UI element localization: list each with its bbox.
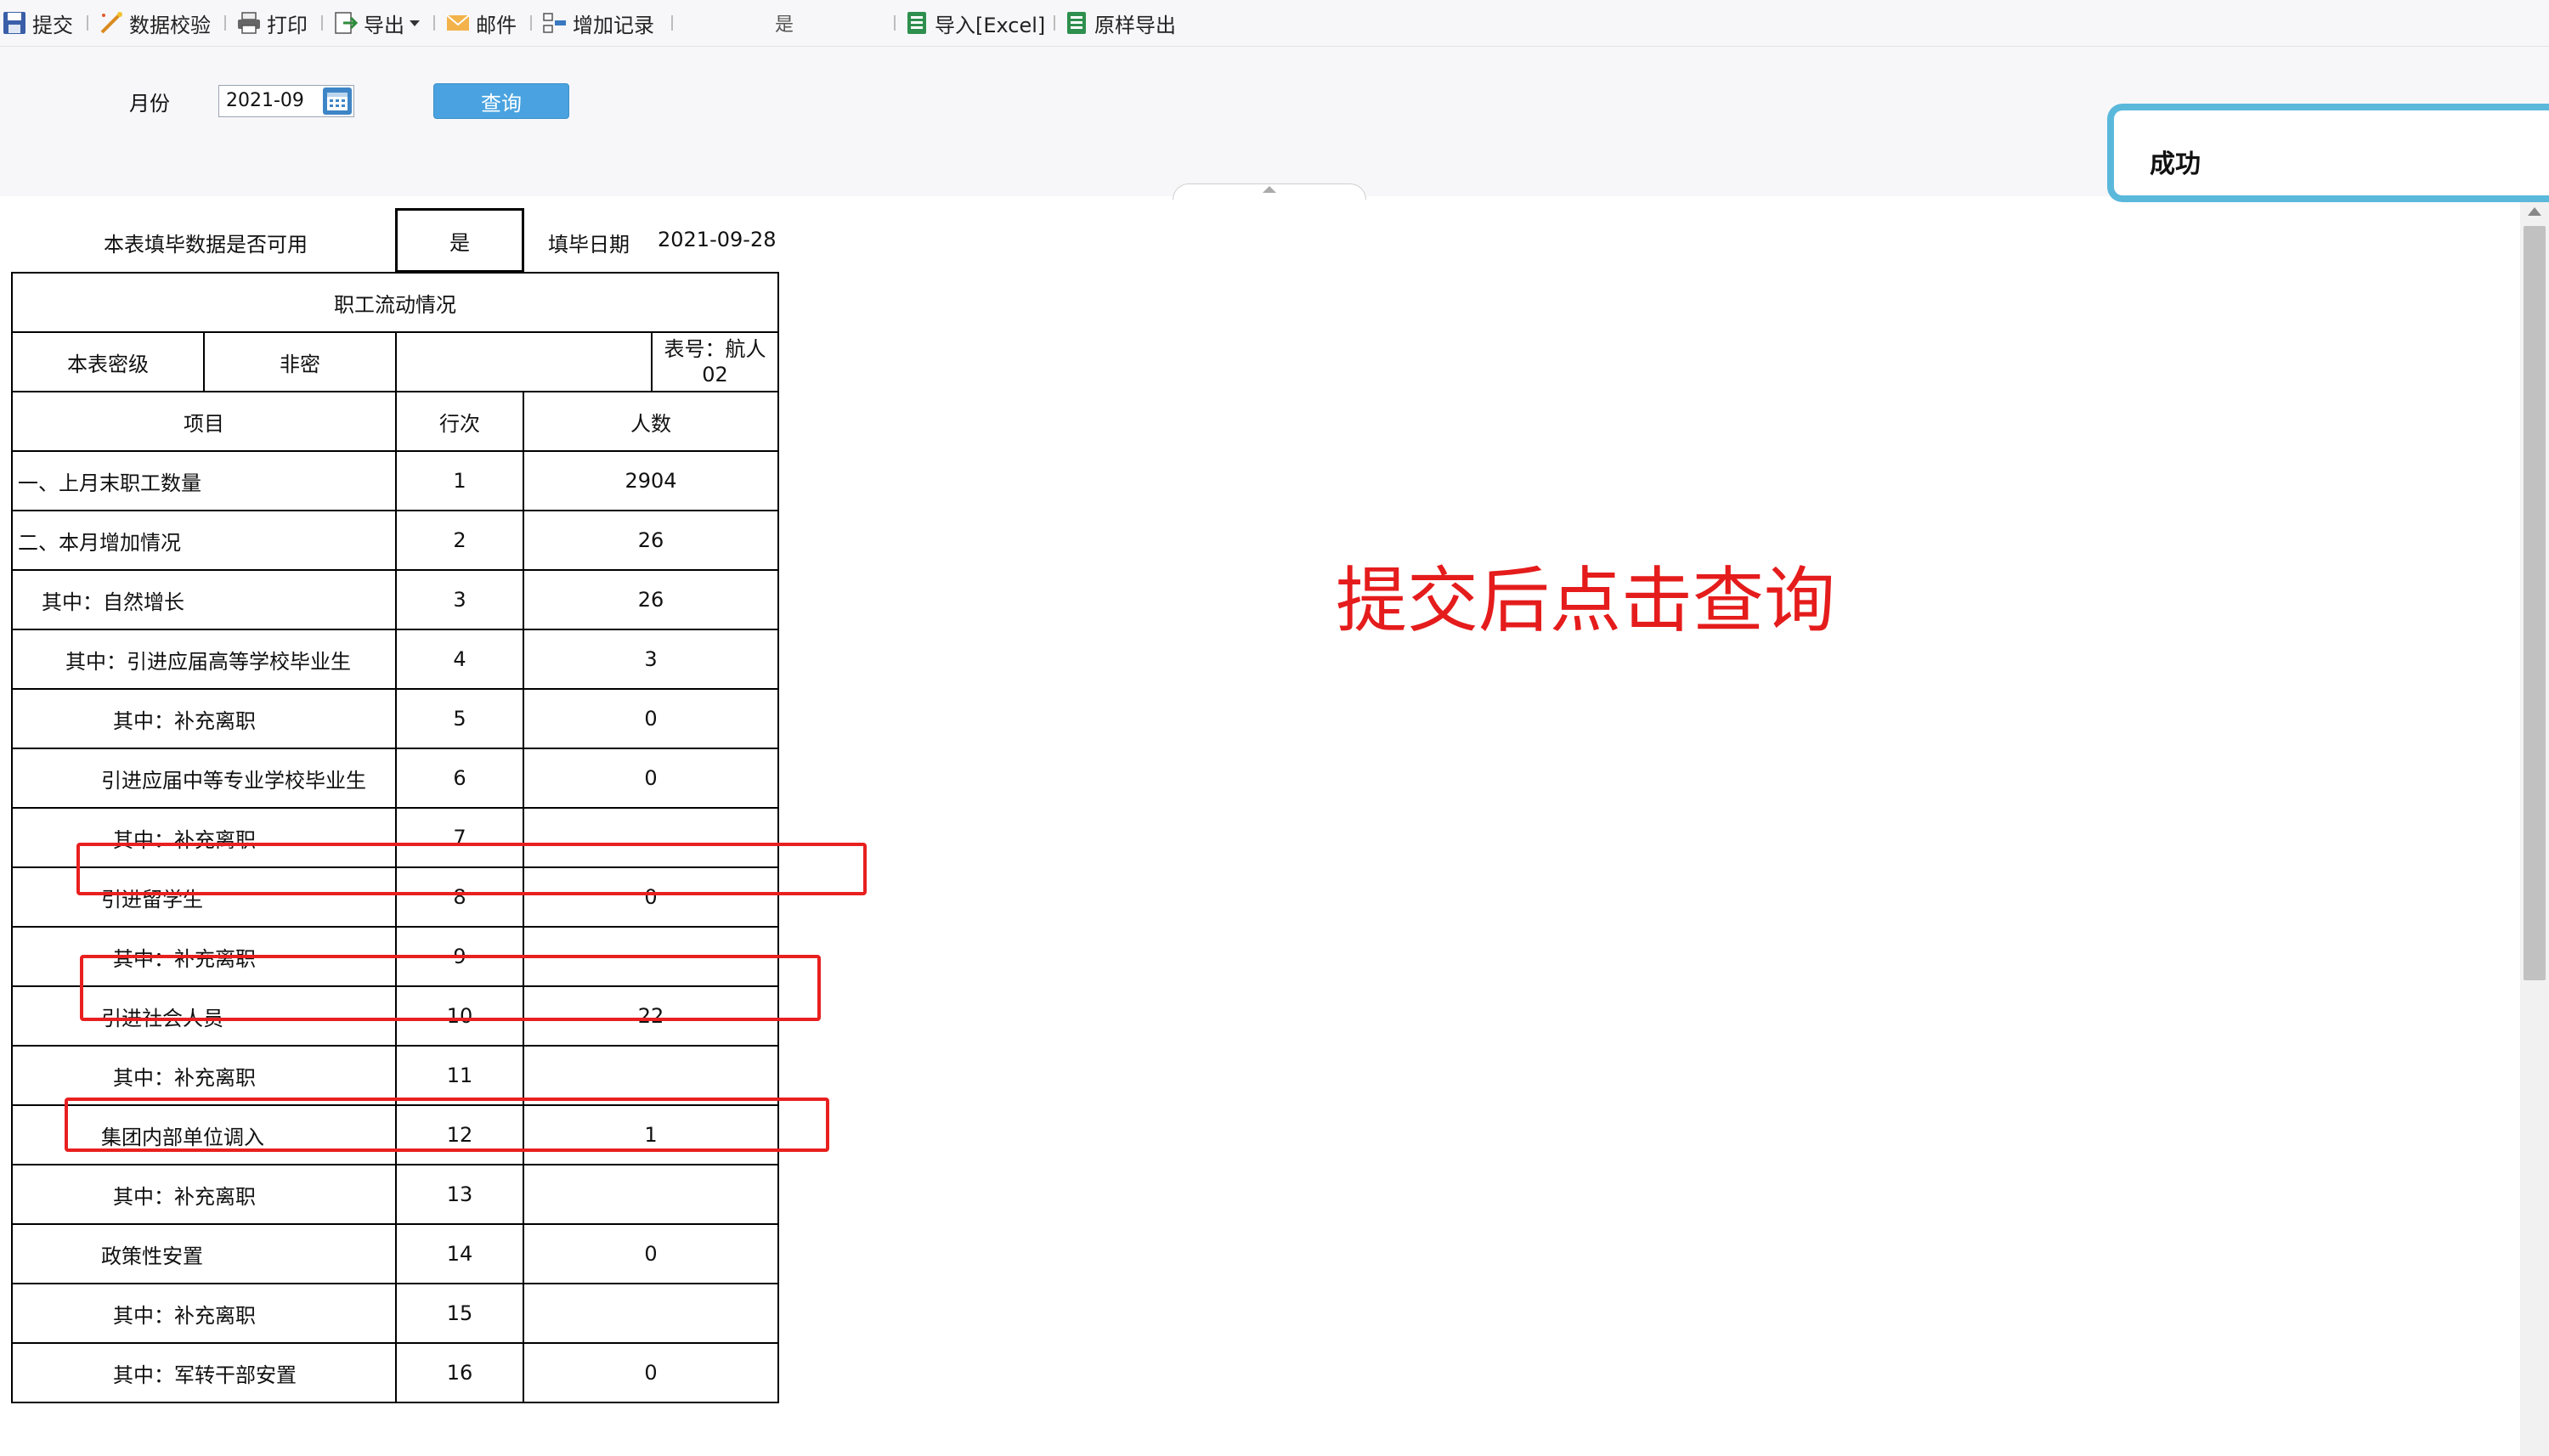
- row-count-cell[interactable]: 0: [523, 748, 779, 809]
- toolbar: 提交 数据校验 打印 导出 邮件 增加记录 是 导入[Excel] 原样导出: [0, 0, 2549, 47]
- query-button[interactable]: 查询: [433, 83, 569, 119]
- scrollbar-thumb[interactable]: [2524, 226, 2546, 980]
- fill-date-label: 填毕日期: [548, 233, 630, 257]
- row-count-cell[interactable]: 26: [523, 569, 779, 630]
- import-excel-button[interactable]: 导入[Excel]: [904, 7, 1045, 39]
- row-number: 1: [395, 450, 524, 511]
- month-label: 月份: [129, 92, 170, 116]
- row-count-cell[interactable]: [523, 1164, 779, 1225]
- success-toast: 成功: [2107, 104, 2549, 202]
- row-number: 14: [395, 1223, 524, 1284]
- save-icon: [2, 10, 27, 36]
- export-icon: [333, 10, 359, 36]
- row-item-label: 一、上月末职工数量: [11, 450, 397, 511]
- toolbar-separator: [1054, 15, 1055, 31]
- table-row: 政策性安置 14 0: [11, 1223, 779, 1284]
- toolbar-separator: [87, 15, 88, 31]
- table-row: 引进应届中等专业学校毕业生 6 0: [11, 748, 779, 809]
- raw-export-button[interactable]: 原样导出: [1064, 7, 1176, 39]
- row-item-label: 其中：补充离职: [11, 1164, 397, 1225]
- row-number: 13: [395, 1164, 524, 1225]
- status-value: 是: [775, 14, 794, 36]
- add-row-icon: [542, 10, 568, 36]
- row-item-label: 其中：引进应届高等学校毕业生: [11, 629, 397, 690]
- export-dropdown[interactable]: 导出: [333, 7, 420, 39]
- excel-icon: [904, 10, 930, 36]
- printer-icon: [236, 10, 262, 36]
- collapse-toggle[interactable]: [1173, 183, 1366, 200]
- toolbar-separator: [321, 15, 323, 31]
- row-item-label: 其中：军转干部安置: [11, 1342, 397, 1403]
- fill-date-value: 2021-09-28: [658, 228, 777, 251]
- validate-button[interactable]: 数据校验: [99, 7, 211, 39]
- security-value: 非密: [203, 331, 397, 392]
- column-header-item: 项目: [11, 391, 397, 452]
- table-row: 其中：补充离职 13: [11, 1164, 779, 1225]
- submit-button[interactable]: 提交: [2, 7, 73, 39]
- row-number: 11: [395, 1045, 524, 1106]
- row-item-label: 其中：补充离职: [11, 1283, 397, 1344]
- row-item-label: 其中：补充离职: [11, 688, 397, 749]
- row-count-cell[interactable]: 0: [523, 688, 779, 749]
- column-header-row: 行次: [395, 391, 524, 452]
- row-item-label: 二、本月增加情况: [11, 510, 397, 571]
- row-item-label: 其中：补充离职: [11, 1045, 397, 1106]
- table-row: 其中：引进应届高等学校毕业生 4 3: [11, 629, 779, 690]
- row-item-label: 引进应届中等专业学校毕业生: [11, 748, 397, 809]
- row-item-label: 政策性安置: [11, 1223, 397, 1284]
- chevron-down-icon: [410, 20, 420, 26]
- row-item-label: 其中：自然增长: [11, 569, 397, 630]
- row-number: 15: [395, 1283, 524, 1344]
- toolbar-separator: [224, 15, 226, 31]
- toolbar-separator: [671, 15, 673, 31]
- row-count-cell[interactable]: 0: [523, 1342, 779, 1403]
- excel-icon: [1064, 10, 1089, 36]
- row-number: 4: [395, 629, 524, 690]
- scroll-up-icon[interactable]: [2528, 207, 2541, 216]
- calendar-icon[interactable]: [323, 87, 352, 115]
- table-row: 一、上月末职工数量 1 2904: [11, 450, 779, 511]
- highlight-box-row-11: [65, 1098, 829, 1152]
- row-number: 3: [395, 569, 524, 630]
- row-count-cell[interactable]: [523, 1283, 779, 1344]
- row-number: 16: [395, 1342, 524, 1403]
- vertical-scrollbar[interactable]: [2520, 202, 2549, 1456]
- available-label: 本表填毕数据是否可用: [104, 233, 308, 257]
- table-row: 其中：补充离职 15: [11, 1283, 779, 1344]
- security-label: 本表密级: [11, 331, 205, 392]
- toolbar-separator: [530, 15, 532, 31]
- wand-icon: [99, 10, 124, 36]
- row-number: 5: [395, 688, 524, 749]
- row-count-cell[interactable]: [523, 1045, 779, 1106]
- table-row: 其中：军转干部安置 16 0: [11, 1342, 779, 1403]
- print-button[interactable]: 打印: [236, 7, 308, 39]
- toolbar-separator: [894, 15, 896, 31]
- annotation-text: 提交后点击查询: [1336, 559, 1836, 642]
- staff-flow-table: 职工流动情况 本表密级 非密 表号：航人02 项目 行次 人数 一、上月末职工数…: [11, 272, 779, 1403]
- mail-icon: [445, 10, 471, 36]
- toolbar-separator: [433, 15, 435, 31]
- table-number: 表号：航人02: [651, 331, 779, 392]
- row-count-cell[interactable]: 2904: [523, 450, 779, 511]
- row-number: 2: [395, 510, 524, 571]
- row-count-cell[interactable]: 26: [523, 510, 779, 571]
- available-value[interactable]: 是: [395, 208, 524, 273]
- chevron-up-icon: [1263, 186, 1276, 193]
- highlight-box-row-7: [76, 843, 867, 895]
- mail-button[interactable]: 邮件: [445, 7, 517, 39]
- highlight-box-row-9: [80, 955, 821, 1021]
- row-number: 6: [395, 748, 524, 809]
- toast-message: 成功: [2150, 150, 2201, 179]
- table-title: 职工流动情况: [11, 272, 779, 333]
- table-row: 二、本月增加情况 2 26: [11, 510, 779, 571]
- table-row: 其中：补充离职 5 0: [11, 688, 779, 749]
- table-row: 其中：补充离职 11: [11, 1045, 779, 1106]
- add-record-button[interactable]: 增加记录: [542, 7, 654, 39]
- row-count-cell[interactable]: 3: [523, 629, 779, 690]
- table-row: 其中：自然增长 3 26: [11, 569, 779, 630]
- blank-cell: [395, 331, 653, 392]
- column-header-count: 人数: [523, 391, 779, 452]
- row-count-cell[interactable]: 0: [523, 1223, 779, 1284]
